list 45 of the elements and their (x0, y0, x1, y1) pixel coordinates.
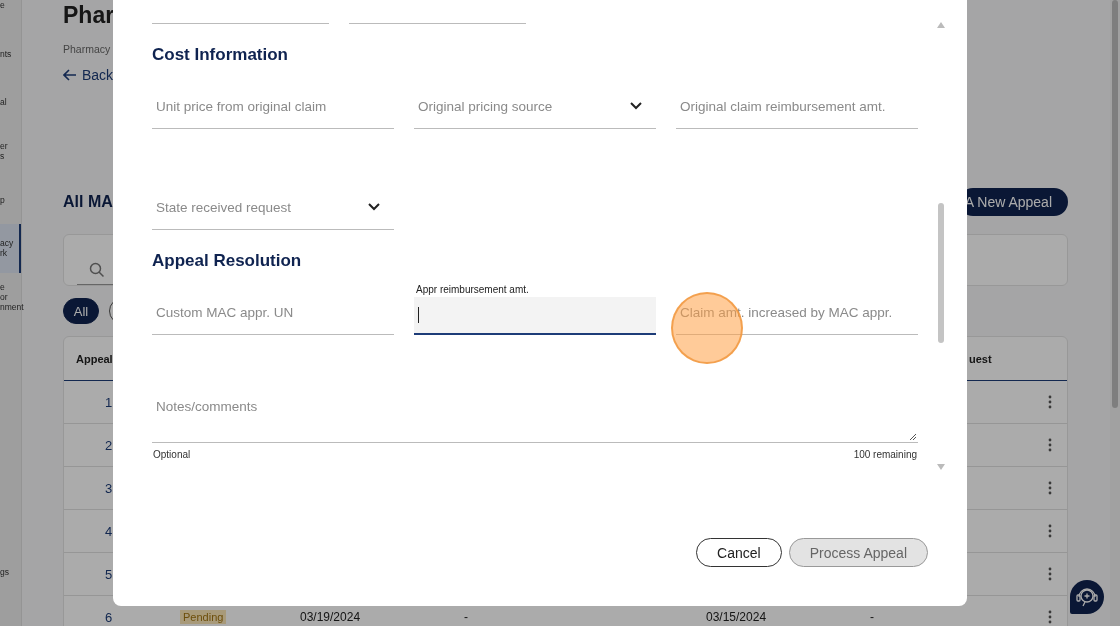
status-badge: Pending (180, 610, 227, 624)
more-options-icon[interactable] (1047, 438, 1052, 452)
search-icon (89, 261, 105, 278)
column-header: Appeal (75, 352, 114, 365)
sidebar-item[interactable]: p (0, 175, 21, 224)
more-options-icon[interactable] (1047, 395, 1052, 409)
input-field[interactable]: Custom MAC appr. UN (152, 284, 394, 335)
chevron-down-icon (368, 203, 380, 211)
table-cell-text: 03/15/2024 (706, 610, 768, 624)
input-field[interactable]: Unit price from original claim (152, 78, 394, 129)
section-title: All MA (63, 193, 113, 211)
resize-handle-icon (909, 433, 917, 441)
section-heading: Cost Information (152, 45, 289, 65)
dropdown-field[interactable]: State received request (152, 179, 394, 230)
sidebar-item[interactable]: acy rk (0, 223, 21, 273)
input-field[interactable]: Original claim reimbursement amt. (676, 78, 918, 129)
filter-chip[interactable]: All (63, 298, 99, 324)
appeal-number[interactable]: 6 (64, 609, 180, 625)
sidebar-item[interactable]: al (0, 78, 21, 127)
more-options-icon[interactable] (1047, 610, 1052, 624)
helper-text: Optional (153, 449, 191, 460)
table-cell-text: - (464, 610, 469, 624)
table-cell-text: - (870, 610, 875, 624)
section-heading: Appeal Resolution (152, 251, 303, 271)
chevron-down-icon (630, 102, 642, 110)
back-arrow-icon (63, 69, 77, 81)
more-options-icon[interactable] (1047, 524, 1052, 538)
table-cell-text: 03/19/2024 (300, 610, 362, 624)
dropdown-field[interactable]: Original pricing source (414, 78, 656, 129)
sidebar-item[interactable]: e (0, 0, 21, 30)
text-cursor (418, 307, 419, 323)
sidebar-item[interactable]: gs (0, 547, 21, 596)
sidebar-item[interactable]: nts (0, 29, 21, 79)
page-scrollbar[interactable] (1110, 0, 1120, 626)
notes-field[interactable]: Notes/comments (152, 383, 918, 443)
cancel-button[interactable]: Cancel (696, 538, 782, 567)
more-options-icon[interactable] (1047, 481, 1052, 495)
support-button[interactable] (1070, 580, 1104, 614)
page-title: Phar (63, 1, 115, 30)
breadcrumb[interactable]: Pharmacy (63, 43, 111, 55)
sidebar-item[interactable]: er s (0, 126, 21, 176)
more-options-icon[interactable] (1047, 567, 1052, 581)
column-header: uest (968, 352, 993, 365)
back-link[interactable]: Back (63, 67, 114, 83)
character-counter: 100 remaining (853, 449, 917, 460)
